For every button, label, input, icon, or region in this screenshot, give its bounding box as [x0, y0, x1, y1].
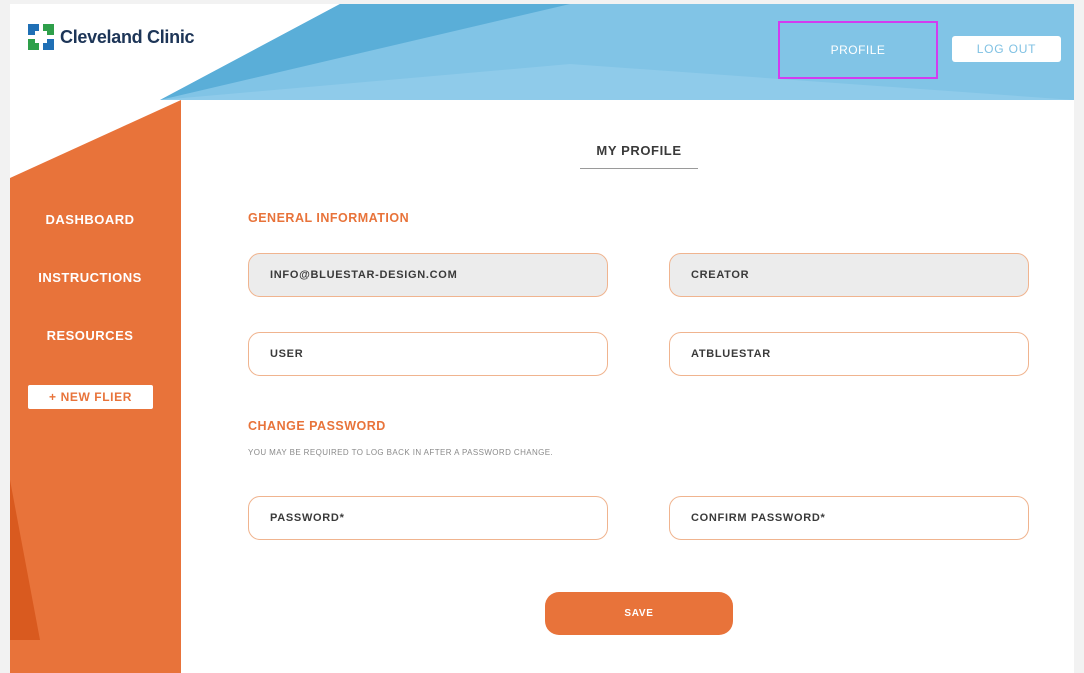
cleveland-clinic-logo-icon	[28, 24, 54, 50]
change-password-heading: CHANGE PASSWORD	[248, 419, 386, 433]
logout-button[interactable]: LOG OUT	[952, 36, 1061, 62]
password-field[interactable]	[248, 496, 608, 540]
brand-name: Cleveland Clinic	[60, 26, 195, 47]
brand-logo[interactable]: Cleveland Clinic	[28, 24, 195, 50]
sidebar-item-instructions[interactable]: INSTRUCTIONS	[10, 270, 170, 285]
first-name-field[interactable]	[248, 332, 608, 376]
sidebar-item-dashboard[interactable]: DASHBOARD	[10, 212, 170, 227]
save-button[interactable]: SAVE	[545, 592, 733, 635]
new-flier-button[interactable]: + NEW FLIER	[28, 385, 153, 409]
sidebar-item-resources[interactable]: RESOURCES	[10, 328, 170, 343]
email-field[interactable]	[248, 253, 608, 297]
title-underline	[580, 168, 698, 169]
last-name-field[interactable]	[669, 332, 1029, 376]
role-field[interactable]	[669, 253, 1029, 297]
app-frame: Cleveland Clinic PROFILE LOG OUT DASHBOA…	[10, 4, 1074, 673]
profile-nav-link[interactable]: PROFILE	[778, 21, 938, 79]
general-info-heading: GENERAL INFORMATION	[248, 211, 410, 225]
password-note: YOU MAY BE REQUIRED TO LOG BACK IN AFTER…	[248, 448, 554, 457]
page-title: MY PROFILE	[596, 143, 682, 158]
confirm-password-field[interactable]	[669, 496, 1029, 540]
